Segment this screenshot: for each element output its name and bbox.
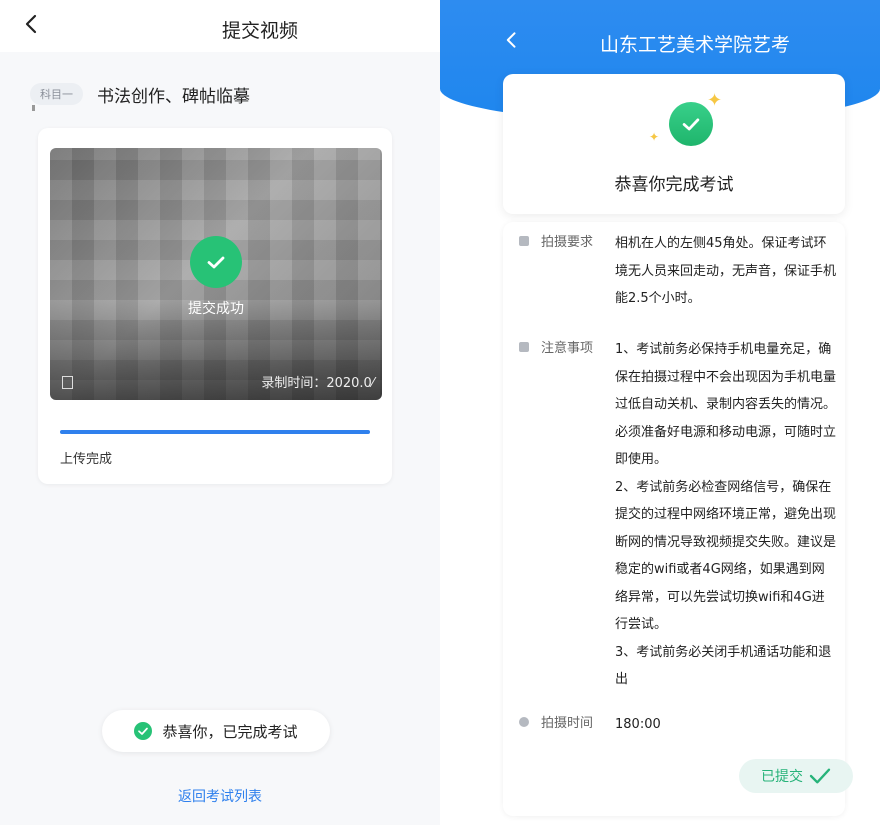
note-paragraph: 2、考试前务必检查网络信号，确保在提交的过程中网络环境正常，避免出现断网的情况导… — [615, 479, 837, 633]
sparkle-icon: ✦ — [707, 90, 723, 111]
subject-row: 科目一 书法创作、碑帖临摹 — [30, 80, 250, 108]
page-title: 提交视频 — [221, 20, 298, 42]
clock-icon — [519, 717, 529, 727]
submitted-button[interactable]: 已提交 — [739, 759, 853, 793]
requirements-label: 拍摄要求 — [541, 235, 594, 250]
camera-icon — [519, 236, 529, 246]
notes-row: 注意事项 1、考试前务必保持手机电量充足，确保在拍摄过程中不会出现因为手机电量过… — [519, 336, 837, 696]
requirements-value: 相机在人的左侧45角处。保证考试环境无人员来回走动，无声音，保证手机能2.5个小… — [615, 236, 837, 306]
recording-time: 录制时间：2020.0⁄ — [261, 376, 374, 391]
upload-progress-bar — [60, 430, 370, 434]
congrats-card: ✦ ✦ 恭喜你完成考试 — [503, 74, 845, 214]
subject-name: 书法创作、碑帖临摹 — [97, 86, 250, 107]
success-check-icon — [669, 102, 713, 146]
completion-badge: 恭喜你，已完成考试 — [102, 710, 330, 752]
top-bar: 提交视频 — [0, 0, 440, 52]
video-card: 提交成功 录制时间：2020.0⁄ 上传完成 — [38, 128, 392, 484]
duration-value: 180:00 — [615, 717, 661, 732]
check-circle-icon — [134, 722, 153, 740]
notes-label: 注意事项 — [541, 341, 594, 356]
exam-info-card: 拍摄要求 相机在人的左侧45角处。保证考试环境无人员来回走动，无声音，保证手机能… — [503, 222, 853, 816]
checkmark-icon — [809, 768, 831, 784]
requirements-row: 拍摄要求 相机在人的左侧45角处。保证考试环境无人员来回走动，无声音，保证手机能… — [519, 230, 837, 314]
notes-value: 1、考试前务必保持手机电量充足，确保在拍摄过程中不会出现因为手机电量过低自动关机… — [615, 336, 837, 694]
video-preview[interactable]: 提交成功 录制时间：2020.0⁄ — [50, 148, 382, 400]
duration-label: 拍摄时间 — [541, 716, 594, 731]
note-paragraph: 1、考试前务必保持手机电量充足，确保在拍摄过程中不会出现因为手机电量过低自动关机… — [615, 342, 837, 467]
back-to-exam-list-link[interactable]: 返回考试列表 — [0, 786, 440, 806]
success-check-icon — [190, 236, 242, 288]
sparkle-icon: ✦ — [649, 130, 660, 144]
upload-status: 上传完成 — [60, 452, 113, 467]
upload-progress-fill — [60, 430, 370, 434]
congrats-text: 恭喜你完成考试 — [614, 175, 734, 195]
submit-video-screen: 提交视频 科目一 书法创作、碑帖临摹 提交成功 录制时间：2020.0⁄ 上传完… — [0, 0, 440, 825]
file-icon — [62, 376, 73, 389]
notice-icon — [519, 342, 529, 352]
duration-row: 拍摄时间 180:00 — [519, 711, 835, 739]
exam-complete-screen: 山东工艺美术学院艺考 ✦ ✦ 恭喜你完成考试 拍摄要求 相机在人的左侧45角处。… — [440, 0, 880, 825]
submit-success-text: 提交成功 — [188, 301, 244, 317]
page-title: 山东工艺美术学院艺考 — [599, 34, 790, 56]
completion-text: 恭喜你，已完成考试 — [162, 722, 298, 741]
note-paragraph: 3、考试前务必关闭手机通话功能和退出 — [615, 644, 832, 688]
subject-tag: 科目一 — [30, 83, 83, 105]
submitted-label: 已提交 — [761, 769, 803, 785]
tag-marker — [32, 105, 35, 111]
